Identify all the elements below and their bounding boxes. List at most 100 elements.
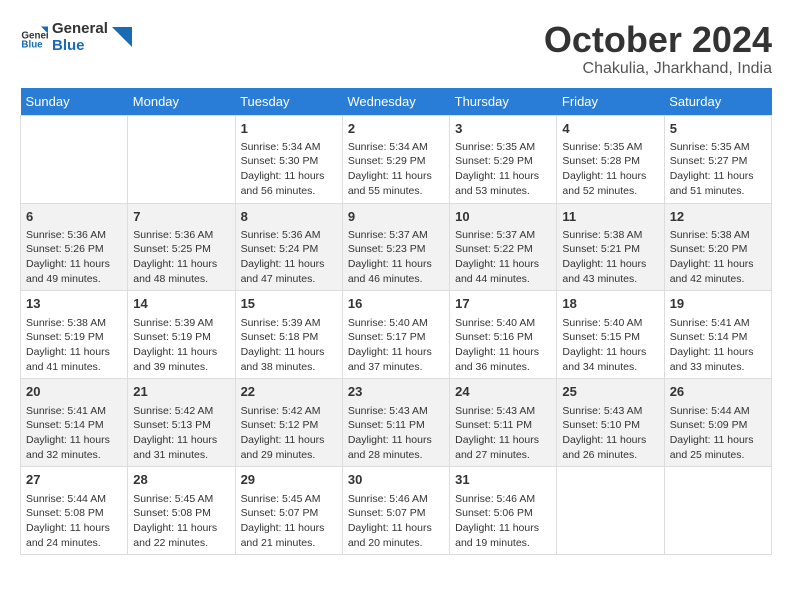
- calendar-cell: 8 Sunrise: 5:36 AMSunset: 5:24 PMDaylight…: [235, 203, 342, 291]
- calendar-cell: 20 Sunrise: 5:41 AMSunset: 5:14 PMDayligh…: [21, 379, 128, 467]
- day-number: 29: [241, 471, 337, 489]
- calendar-cell: 11 Sunrise: 5:38 AMSunset: 5:21 PMDayligh…: [557, 203, 664, 291]
- calendar-cell: 16 Sunrise: 5:40 AMSunset: 5:17 PMDayligh…: [342, 291, 449, 379]
- day-info: Sunrise: 5:46 AMSunset: 5:06 PMDaylight:…: [455, 492, 551, 551]
- day-number: 14: [133, 295, 229, 313]
- calendar-cell: 17 Sunrise: 5:40 AMSunset: 5:16 PMDayligh…: [450, 291, 557, 379]
- calendar-cell: 30 Sunrise: 5:46 AMSunset: 5:07 PMDayligh…: [342, 467, 449, 555]
- calendar-cell: [664, 467, 771, 555]
- day-info: Sunrise: 5:44 AMSunset: 5:09 PMDaylight:…: [670, 404, 766, 463]
- calendar-cell: 10 Sunrise: 5:37 AMSunset: 5:22 PMDayligh…: [450, 203, 557, 291]
- logo-blue: Blue: [52, 37, 108, 54]
- day-number: 11: [562, 208, 658, 226]
- day-info: Sunrise: 5:43 AMSunset: 5:11 PMDaylight:…: [348, 404, 444, 463]
- day-info: Sunrise: 5:37 AMSunset: 5:23 PMDaylight:…: [348, 228, 444, 287]
- day-number: 12: [670, 208, 766, 226]
- logo-arrow-icon: [112, 27, 132, 47]
- day-info: Sunrise: 5:40 AMSunset: 5:16 PMDaylight:…: [455, 316, 551, 375]
- calendar-table: SundayMondayTuesdayWednesdayThursdayFrid…: [20, 88, 772, 556]
- calendar-cell: [128, 115, 235, 203]
- page-header: General Blue General Blue October 2024 C…: [20, 20, 772, 78]
- calendar-cell: 19 Sunrise: 5:41 AMSunset: 5:14 PMDayligh…: [664, 291, 771, 379]
- calendar-cell: 3 Sunrise: 5:35 AMSunset: 5:29 PMDaylight…: [450, 115, 557, 203]
- day-number: 16: [348, 295, 444, 313]
- day-number: 17: [455, 295, 551, 313]
- day-info: Sunrise: 5:34 AMSunset: 5:29 PMDaylight:…: [348, 140, 444, 199]
- day-number: 1: [241, 120, 337, 138]
- day-info: Sunrise: 5:35 AMSunset: 5:28 PMDaylight:…: [562, 140, 658, 199]
- day-info: Sunrise: 5:41 AMSunset: 5:14 PMDaylight:…: [26, 404, 122, 463]
- calendar-cell: 1 Sunrise: 5:34 AMSunset: 5:30 PMDaylight…: [235, 115, 342, 203]
- day-info: Sunrise: 5:43 AMSunset: 5:11 PMDaylight:…: [455, 404, 551, 463]
- day-info: Sunrise: 5:42 AMSunset: 5:13 PMDaylight:…: [133, 404, 229, 463]
- day-info: Sunrise: 5:36 AMSunset: 5:26 PMDaylight:…: [26, 228, 122, 287]
- day-number: 5: [670, 120, 766, 138]
- day-info: Sunrise: 5:35 AMSunset: 5:29 PMDaylight:…: [455, 140, 551, 199]
- month-title: October 2024: [544, 20, 772, 60]
- calendar-cell: 4 Sunrise: 5:35 AMSunset: 5:28 PMDaylight…: [557, 115, 664, 203]
- weekday-header-wednesday: Wednesday: [342, 88, 449, 116]
- day-number: 24: [455, 383, 551, 401]
- weekday-header-sunday: Sunday: [21, 88, 128, 116]
- day-info: Sunrise: 5:40 AMSunset: 5:17 PMDaylight:…: [348, 316, 444, 375]
- day-info: Sunrise: 5:40 AMSunset: 5:15 PMDaylight:…: [562, 316, 658, 375]
- day-info: Sunrise: 5:36 AMSunset: 5:24 PMDaylight:…: [241, 228, 337, 287]
- day-info: Sunrise: 5:46 AMSunset: 5:07 PMDaylight:…: [348, 492, 444, 551]
- calendar-cell: 27Sunrise: 5:44 AMSunset: 5:08 PMDayligh…: [21, 467, 128, 555]
- day-info: Sunrise: 5:35 AMSunset: 5:27 PMDaylight:…: [670, 140, 766, 199]
- day-number: 23: [348, 383, 444, 401]
- weekday-header-friday: Friday: [557, 88, 664, 116]
- calendar-cell: 13 Sunrise: 5:38 AMSunset: 5:19 PMDayligh…: [21, 291, 128, 379]
- weekday-header-tuesday: Tuesday: [235, 88, 342, 116]
- calendar-cell: 12 Sunrise: 5:38 AMSunset: 5:20 PMDayligh…: [664, 203, 771, 291]
- day-number: 21: [133, 383, 229, 401]
- calendar-cell: 6 Sunrise: 5:36 AMSunset: 5:26 PMDaylight…: [21, 203, 128, 291]
- day-info: Sunrise: 5:41 AMSunset: 5:14 PMDaylight:…: [670, 316, 766, 375]
- day-info: Sunrise: 5:34 AMSunset: 5:30 PMDaylight:…: [241, 140, 337, 199]
- day-number: 31: [455, 471, 551, 489]
- logo: General Blue General Blue: [20, 20, 132, 54]
- calendar-cell: 28 Sunrise: 5:45 AMSunset: 5:08 PMDayligh…: [128, 467, 235, 555]
- day-number: 19: [670, 295, 766, 313]
- calendar-cell: 18 Sunrise: 5:40 AMSunset: 5:15 PMDayligh…: [557, 291, 664, 379]
- day-number: 4: [562, 120, 658, 138]
- calendar-cell: [21, 115, 128, 203]
- calendar-cell: 25Sunrise: 5:43 AMSunset: 5:10 PMDayligh…: [557, 379, 664, 467]
- day-info: Sunrise: 5:36 AMSunset: 5:25 PMDaylight:…: [133, 228, 229, 287]
- location-title: Chakulia, Jharkhand, India: [544, 60, 772, 78]
- day-number: 28: [133, 471, 229, 489]
- calendar-cell: 24 Sunrise: 5:43 AMSunset: 5:11 PMDayligh…: [450, 379, 557, 467]
- day-number: 26: [670, 383, 766, 401]
- day-info: Sunrise: 5:43 AMSunset: 5:10 PMDaylight:…: [562, 404, 658, 463]
- calendar-cell: 31 Sunrise: 5:46 AMSunset: 5:06 PMDayligh…: [450, 467, 557, 555]
- day-number: 30: [348, 471, 444, 489]
- calendar-cell: 14 Sunrise: 5:39 AMSunset: 5:19 PMDayligh…: [128, 291, 235, 379]
- day-info: Sunrise: 5:45 AMSunset: 5:08 PMDaylight:…: [133, 492, 229, 551]
- day-number: 6: [26, 208, 122, 226]
- weekday-header-thursday: Thursday: [450, 88, 557, 116]
- day-number: 18: [562, 295, 658, 313]
- calendar-cell: 9Sunrise: 5:37 AMSunset: 5:23 PMDaylight…: [342, 203, 449, 291]
- day-number: 2: [348, 120, 444, 138]
- day-info: Sunrise: 5:37 AMSunset: 5:22 PMDaylight:…: [455, 228, 551, 287]
- calendar-cell: 7 Sunrise: 5:36 AMSunset: 5:25 PMDaylight…: [128, 203, 235, 291]
- day-info: Sunrise: 5:38 AMSunset: 5:19 PMDaylight:…: [26, 316, 122, 375]
- day-number: 8: [241, 208, 337, 226]
- calendar-cell: [557, 467, 664, 555]
- calendar-cell: 2 Sunrise: 5:34 AMSunset: 5:29 PMDaylight…: [342, 115, 449, 203]
- day-number: 15: [241, 295, 337, 313]
- weekday-header-monday: Monday: [128, 88, 235, 116]
- logo-general: General: [52, 20, 108, 37]
- svg-text:Blue: Blue: [21, 40, 43, 51]
- day-info: Sunrise: 5:39 AMSunset: 5:19 PMDaylight:…: [133, 316, 229, 375]
- day-info: Sunrise: 5:38 AMSunset: 5:21 PMDaylight:…: [562, 228, 658, 287]
- calendar-cell: 22Sunrise: 5:42 AMSunset: 5:12 PMDayligh…: [235, 379, 342, 467]
- day-number: 3: [455, 120, 551, 138]
- day-number: 10: [455, 208, 551, 226]
- day-info: Sunrise: 5:45 AMSunset: 5:07 PMDaylight:…: [241, 492, 337, 551]
- day-number: 20: [26, 383, 122, 401]
- day-number: 13: [26, 295, 122, 313]
- day-number: 7: [133, 208, 229, 226]
- calendar-cell: 15Sunrise: 5:39 AMSunset: 5:18 PMDayligh…: [235, 291, 342, 379]
- day-info: Sunrise: 5:38 AMSunset: 5:20 PMDaylight:…: [670, 228, 766, 287]
